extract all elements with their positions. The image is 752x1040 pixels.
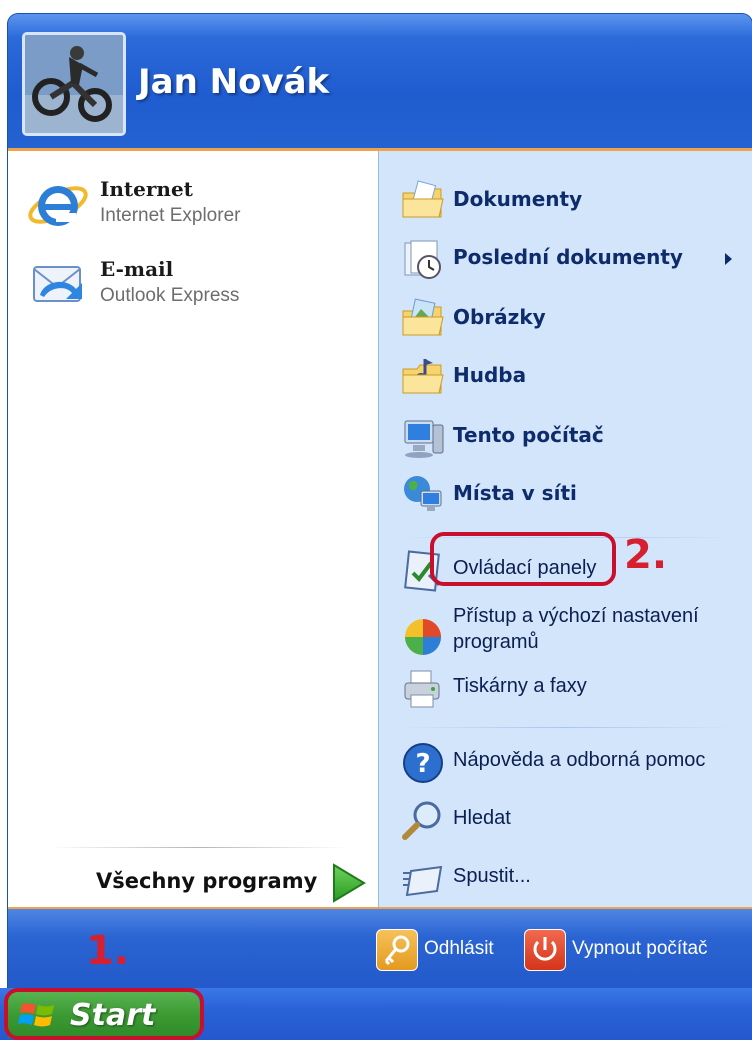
annotation-step-2: 2. [624,532,668,578]
power-icon [524,929,566,971]
svg-text:?: ? [415,749,430,779]
search-icon [401,799,445,843]
place-item-label: Hledat [453,807,511,829]
pinned-item-title: E-mail [100,257,174,281]
pinned-item-subtitle: Outlook Express [100,285,240,306]
start-menu: Jan Novák Internet Internet Explorer E-m… [8,14,752,988]
start-menu-header: Jan Novák [8,14,752,151]
place-item-my-computer[interactable]: Tento počítač [401,411,746,463]
place-item-printers[interactable]: Tiskárny a faxy [401,663,746,715]
pinned-item-subtitle: Internet Explorer [100,205,241,226]
logoff-label: Odhlásit [424,938,494,959]
place-item-label: Obrázky [453,305,546,329]
all-programs-divider [48,847,348,848]
all-programs-arrow-icon[interactable] [326,861,370,905]
network-places-icon [401,473,445,517]
user-avatar[interactable] [22,32,126,136]
internet-explorer-icon [26,173,90,237]
place-item-label: Přístup a výchozí nastavení [453,605,699,627]
key-icon [376,929,418,971]
places-divider [395,727,735,728]
place-item-label: Místa v síti [453,481,577,505]
user-name: Jan Novák [138,62,330,102]
place-item-documents[interactable]: Dokumenty [401,175,746,227]
all-programs-label[interactable]: Všechny programy [96,869,317,893]
annotation-highlight-start [4,988,204,1040]
pinned-programs-pane: Internet Internet Explorer E-mail Outloo… [8,151,378,907]
place-item-label: Spustit... [453,865,531,887]
music-folder-icon [401,355,445,399]
documents-folder-icon [401,179,445,223]
shutdown-label: Vypnout počítač [572,938,708,959]
place-item-recent-documents[interactable]: Poslední dokumenty [401,233,746,285]
place-item-label: Tento počítač [453,423,604,447]
place-item-music[interactable]: Hudba [401,351,746,403]
place-item-label: Tiskárny a faxy [453,675,587,697]
help-icon: ? [401,741,445,785]
place-item-program-access[interactable]: Přístup a výchozí nastavení programů [401,601,746,671]
place-item-label: Poslední dokumenty [453,245,683,269]
place-item-label: Dokumenty [453,187,583,211]
place-item-label: Hudba [453,363,527,387]
places-pane: Dokumenty Poslední dokumenty Obrázky Hud… [378,151,752,907]
place-item-search[interactable]: Hledat [401,795,746,847]
place-item-run[interactable]: Spustit... [401,853,746,905]
place-item-label: Nápověda a odborná pomoc [453,749,706,771]
place-item-label-line2: programů [453,631,539,653]
run-icon [401,857,445,901]
submenu-arrow-icon [725,253,732,265]
pinned-item-email[interactable]: E-mail Outlook Express [26,251,366,323]
annotation-step-1: 1. [86,928,130,974]
place-item-network-places[interactable]: Místa v síti [401,469,746,521]
printers-icon [401,667,445,711]
place-item-pictures[interactable]: Obrázky [401,293,746,345]
taskbar: Start [0,988,752,1040]
my-computer-icon [401,415,445,459]
place-item-help[interactable]: ? Nápověda a odborná pomoc [401,737,746,789]
pinned-item-internet[interactable]: Internet Internet Explorer [26,171,366,243]
outlook-express-icon [26,253,90,317]
recent-documents-icon [401,237,445,281]
pictures-folder-icon [401,297,445,341]
program-access-icon [401,615,445,659]
annotation-highlight-control-panel [430,532,616,586]
pinned-item-title: Internet [100,177,193,201]
